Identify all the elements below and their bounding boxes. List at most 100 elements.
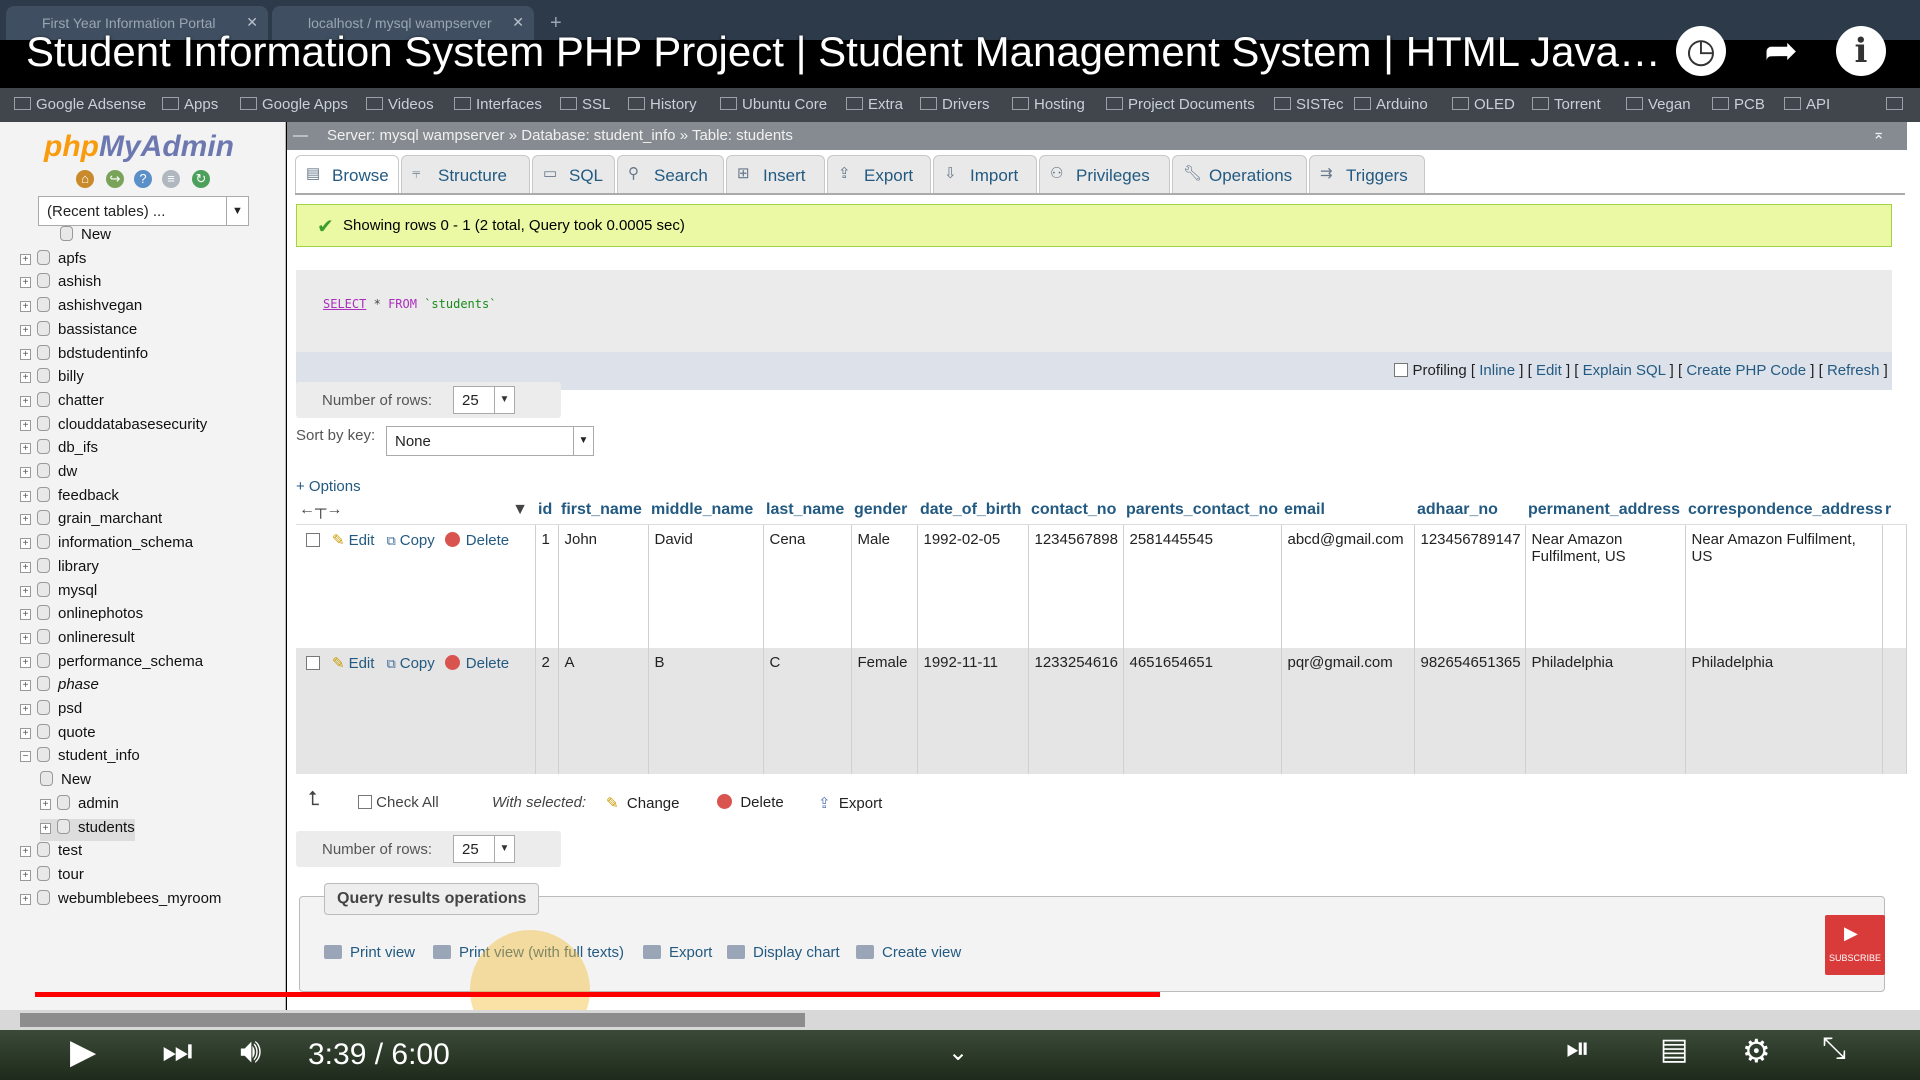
tab-browse[interactable]: ▤ Browse xyxy=(295,155,399,193)
expand-icon[interactable]: + xyxy=(20,632,31,644)
cell-email[interactable]: pqr@gmail.com xyxy=(1281,648,1415,774)
volume-icon[interactable]: 🔊︎ xyxy=(240,1032,261,1071)
cell-middle-name[interactable]: B xyxy=(648,648,764,774)
sidebar-db-item[interactable]: + bassistance xyxy=(20,320,137,343)
cell-id[interactable]: 2 xyxy=(535,648,559,774)
inline-link[interactable]: Inline xyxy=(1479,362,1515,379)
bookmark[interactable]: Project Documents xyxy=(1106,96,1255,113)
expand-icon[interactable]: + xyxy=(20,514,31,526)
edit-link[interactable]: Edit xyxy=(349,655,375,672)
column-header-first-name[interactable]: first_name xyxy=(558,496,648,525)
breadcrumb-database[interactable]: Database: student_info xyxy=(521,127,675,144)
expand-icon[interactable]: + xyxy=(20,324,31,336)
next-icon[interactable]: ⏭ xyxy=(162,1032,193,1071)
bulk-delete-button[interactable]: Delete xyxy=(717,794,784,811)
cell-correspondence-address[interactable]: Philadelphia xyxy=(1685,648,1883,774)
column-header-permanent-address[interactable]: permanent_address xyxy=(1525,496,1685,525)
sidebar-db-item[interactable]: + information_schema xyxy=(20,534,193,556)
cell-id[interactable]: 1 xyxy=(535,524,559,648)
delete-link[interactable]: Delete xyxy=(466,655,509,672)
autoplay-toggle-icon[interactable]: ⏯ xyxy=(1566,1032,1590,1066)
sidebar-db-item[interactable]: − student_info xyxy=(20,747,140,769)
expand-icon[interactable]: + xyxy=(20,538,31,550)
copy-link[interactable]: Copy xyxy=(400,532,435,549)
sidebar-db-item[interactable]: + library xyxy=(20,557,99,580)
tab-structure[interactable]: ⫧ Structure xyxy=(401,155,530,193)
expand-icon[interactable]: + xyxy=(20,893,31,905)
sidebar-db-item[interactable]: + apfs xyxy=(20,249,86,272)
video-title[interactable]: Student Information System PHP Project |… xyxy=(26,28,1666,76)
column-header-contact-no[interactable]: contact_no xyxy=(1028,496,1123,525)
column-header-gender[interactable]: gender xyxy=(851,496,917,525)
expand-icon[interactable]: + xyxy=(20,490,31,502)
column-header-middle-name[interactable]: middle_name xyxy=(648,496,763,525)
sidebar-db-item[interactable]: + onlineresult xyxy=(20,628,135,651)
expand-icon[interactable]: + xyxy=(20,277,31,289)
cell-gender[interactable]: Female xyxy=(851,648,918,774)
tab-import[interactable]: ⇩ Import xyxy=(933,155,1037,193)
create-view-link[interactable]: Create view xyxy=(856,944,961,961)
bookmark[interactable]: Videos xyxy=(366,96,434,113)
bookmark[interactable]: OLED xyxy=(1452,96,1515,113)
bookmark[interactable]: Google Apps xyxy=(240,96,348,113)
sidebar-db-item[interactable]: + psd xyxy=(20,700,82,722)
change-button[interactable]: ✎ Change xyxy=(606,794,679,812)
bookmark[interactable]: Drivers xyxy=(920,96,990,113)
sidebar-db-item[interactable]: + students xyxy=(40,818,135,841)
edit-query-link[interactable]: Edit xyxy=(1536,362,1562,379)
cell-first-name[interactable]: John xyxy=(558,524,649,648)
bookmark[interactable]: PCB xyxy=(1712,96,1765,113)
column-header-adhaar-no[interactable]: adhaar_no xyxy=(1414,496,1525,525)
cell-date-of-birth[interactable]: 1992-11-11 xyxy=(917,648,1029,774)
sidebar-db-item[interactable]: + dw xyxy=(20,463,77,485)
chevron-right-icon[interactable] xyxy=(1886,96,1908,113)
sidebar-db-item[interactable]: + admin xyxy=(40,794,119,817)
bookmark[interactable]: History xyxy=(628,96,697,113)
sidebar-db-item[interactable]: + tour xyxy=(20,865,84,888)
tab-privileges[interactable]: ⚇ Privileges xyxy=(1039,155,1170,193)
video-progress-bar[interactable] xyxy=(35,992,1885,997)
sidebar-db-item[interactable]: + test xyxy=(20,842,82,864)
expand-icon[interactable]: + xyxy=(20,395,31,407)
expand-icon[interactable]: + xyxy=(20,253,31,265)
sidebar-db-item[interactable]: + db_ifs xyxy=(20,439,98,461)
tab-export[interactable]: ⇪ Export xyxy=(827,155,931,193)
column-header-correspondence-address[interactable]: correspondence_address xyxy=(1685,496,1882,525)
check-all[interactable]: Check All xyxy=(358,794,439,811)
play-icon[interactable]: ▶ xyxy=(70,1032,96,1072)
column-header-email[interactable]: email xyxy=(1281,496,1414,525)
exit-fullscreen-icon[interactable]: ⤡ xyxy=(1822,1032,1846,1066)
expand-icon[interactable]: + xyxy=(20,727,31,739)
column-header-parents-contact-no[interactable]: parents_contact_no xyxy=(1123,496,1281,525)
cell-date-of-birth[interactable]: 1992-02-05 xyxy=(917,524,1029,648)
bookmark[interactable]: Interfaces xyxy=(454,96,542,113)
cell-email[interactable]: abcd@gmail.com xyxy=(1281,524,1415,648)
bookmark[interactable]: Ubuntu Core xyxy=(720,96,827,113)
tab-sql[interactable]: ▭ SQL xyxy=(532,155,615,193)
bookmark[interactable]: Extra xyxy=(846,96,903,113)
docs-icon[interactable]: ≡ xyxy=(162,170,180,188)
cell-last-name[interactable]: C xyxy=(763,648,852,774)
delete-link[interactable]: Delete xyxy=(466,532,509,549)
bookmark[interactable]: Arduino xyxy=(1354,96,1428,113)
bookmark[interactable]: SSL xyxy=(560,96,610,113)
cell-last-name[interactable]: Cena xyxy=(763,524,852,648)
bookmark[interactable]: Vegan xyxy=(1626,96,1691,113)
row-checkbox[interactable] xyxy=(306,656,320,670)
cell-parents-contact-no[interactable]: 2581445545 xyxy=(1123,524,1282,648)
subscribe-button[interactable]: SUBSCRIBE xyxy=(1825,915,1885,975)
copy-link[interactable]: Copy xyxy=(400,655,435,672)
home-icon[interactable]: ⌂ xyxy=(76,170,94,188)
tab-operations[interactable]: 🔧︎ Operations xyxy=(1172,155,1307,193)
bulk-export-button[interactable]: ⇪ Export xyxy=(818,794,882,812)
tab-insert[interactable]: ⊞ Insert xyxy=(726,155,825,193)
cell-adhaar-no[interactable]: 982654651365 xyxy=(1414,648,1526,774)
column-header-last-name[interactable]: last_name xyxy=(763,496,851,525)
expand-icon[interactable]: + xyxy=(20,846,31,858)
chevron-down-icon[interactable]: ⌄ xyxy=(948,1038,968,1067)
number-of-rows-select[interactable]: 25 ▼ xyxy=(453,835,515,863)
expand-icon[interactable]: + xyxy=(20,443,31,455)
watch-later-icon[interactable]: ◷ xyxy=(1676,26,1726,76)
column-header-date-of-birth[interactable]: date_of_birth xyxy=(917,496,1028,525)
cell-permanent-address[interactable]: Philadelphia xyxy=(1525,648,1686,774)
